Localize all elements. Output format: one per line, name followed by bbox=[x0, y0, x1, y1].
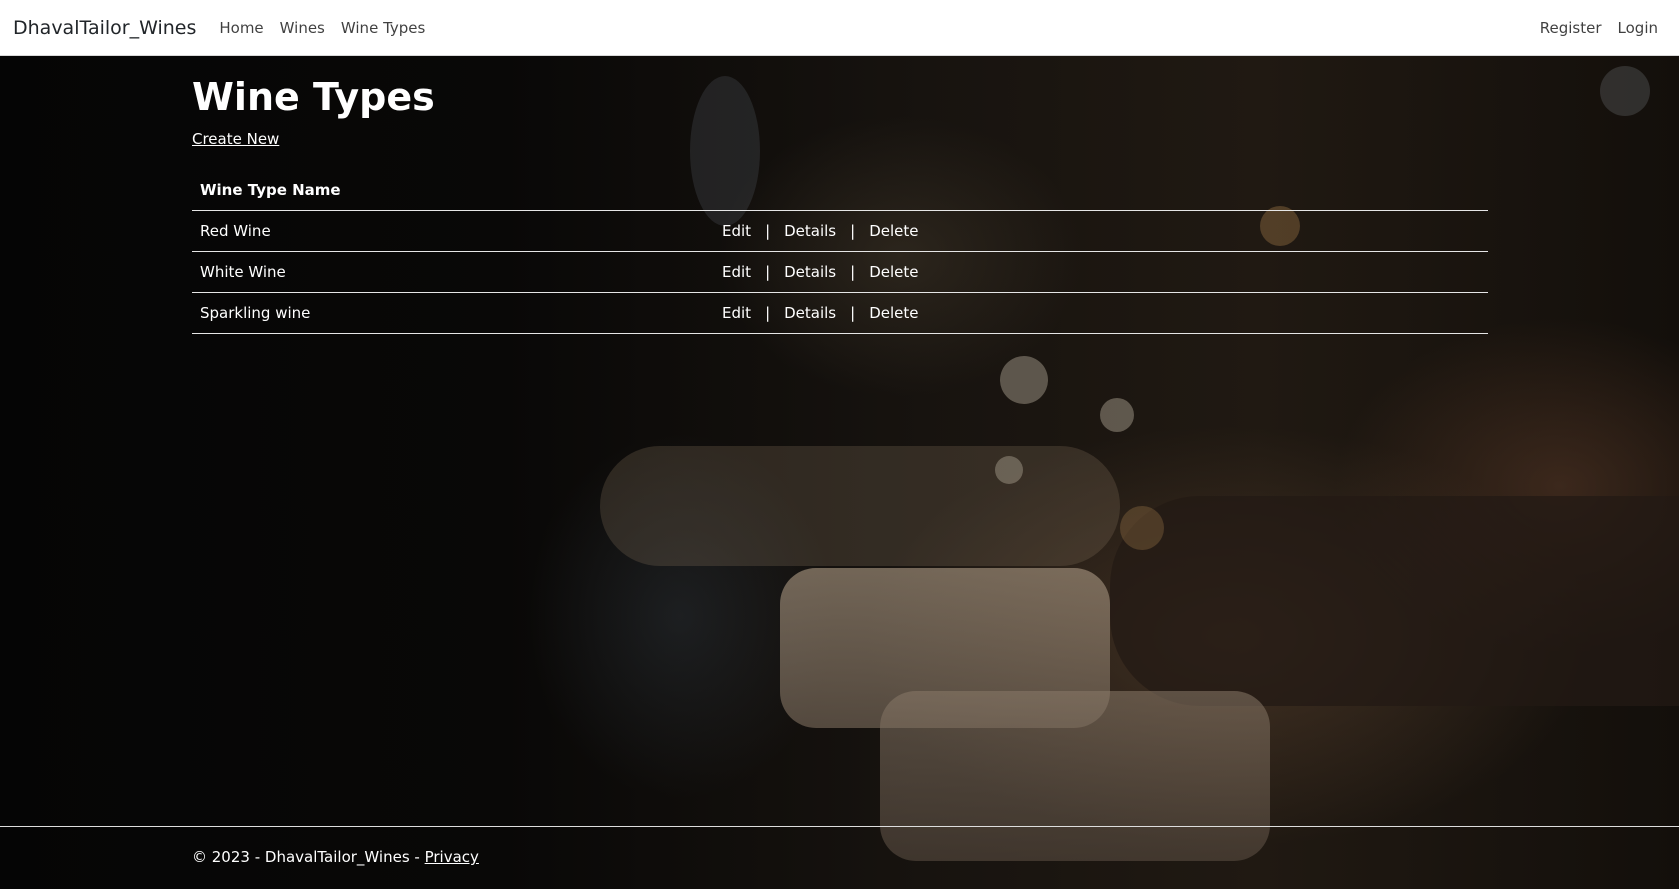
separator: | bbox=[850, 222, 856, 241]
nav-home[interactable]: Home bbox=[211, 19, 271, 37]
separator: | bbox=[765, 263, 771, 282]
bokeh-light bbox=[1000, 356, 1048, 404]
bokeh-light bbox=[1600, 66, 1650, 116]
delete-link[interactable]: Delete bbox=[869, 304, 918, 322]
column-header-actions bbox=[714, 169, 1488, 212]
table-row: Sparkling wine Edit | Details | Delete bbox=[192, 292, 1488, 335]
bokeh-light bbox=[1100, 398, 1134, 432]
bottle-body bbox=[1110, 496, 1679, 706]
edit-link[interactable]: Edit bbox=[722, 304, 751, 322]
edit-link[interactable]: Edit bbox=[722, 263, 751, 281]
row-actions: Edit | Details | Delete bbox=[714, 251, 1488, 294]
top-navbar: DhavalTailor_Wines Home Wines Wine Types… bbox=[0, 0, 1679, 56]
details-link[interactable]: Details bbox=[784, 222, 836, 240]
table-row: Red Wine Edit | Details | Delete bbox=[192, 210, 1488, 253]
create-new-link[interactable]: Create New bbox=[192, 130, 279, 148]
separator: | bbox=[850, 304, 856, 323]
wine-type-name: Sparkling wine bbox=[192, 292, 714, 335]
separator: | bbox=[850, 263, 856, 282]
main-content: Wine Types Create New Wine Type Name Red… bbox=[192, 56, 1488, 335]
delete-link[interactable]: Delete bbox=[869, 263, 918, 281]
page-title: Wine Types bbox=[192, 75, 435, 119]
wine-type-name: White Wine bbox=[192, 251, 714, 294]
wine-types-table: Wine Type Name Red Wine Edit | Details | Del… bbox=[192, 169, 1488, 335]
table-header-row: Wine Type Name bbox=[192, 169, 1488, 212]
column-header-name: Wine Type Name bbox=[192, 169, 714, 212]
separator: | bbox=[765, 222, 771, 241]
nav-wines[interactable]: Wines bbox=[272, 19, 333, 37]
details-link[interactable]: Details bbox=[784, 263, 836, 281]
nav-left: Home Wines Wine Types bbox=[211, 19, 433, 37]
nav-login[interactable]: Login bbox=[1610, 19, 1666, 37]
bottle-blur bbox=[600, 446, 1120, 566]
row-actions: Edit | Details | Delete bbox=[714, 292, 1488, 335]
bokeh-light bbox=[995, 456, 1023, 484]
brand-link[interactable]: DhavalTailor_Wines bbox=[13, 17, 196, 39]
details-link[interactable]: Details bbox=[784, 304, 836, 322]
wine-type-name: Red Wine bbox=[192, 210, 714, 253]
nav-register[interactable]: Register bbox=[1532, 19, 1610, 37]
separator: | bbox=[765, 304, 771, 323]
table-row: White Wine Edit | Details | Delete bbox=[192, 251, 1488, 294]
footer-content: © 2023 - DhavalTailor_Wines - Privacy bbox=[192, 848, 479, 866]
nav-right: Register Login bbox=[1532, 19, 1666, 37]
bokeh-light bbox=[1120, 506, 1164, 550]
footer: © 2023 - DhavalTailor_Wines - Privacy bbox=[0, 826, 1679, 889]
nav-wine-types[interactable]: Wine Types bbox=[333, 19, 433, 37]
copyright-text: © 2023 - DhavalTailor_Wines - bbox=[192, 848, 425, 866]
delete-link[interactable]: Delete bbox=[869, 222, 918, 240]
row-actions: Edit | Details | Delete bbox=[714, 210, 1488, 253]
edit-link[interactable]: Edit bbox=[722, 222, 751, 240]
privacy-link[interactable]: Privacy bbox=[425, 848, 479, 866]
